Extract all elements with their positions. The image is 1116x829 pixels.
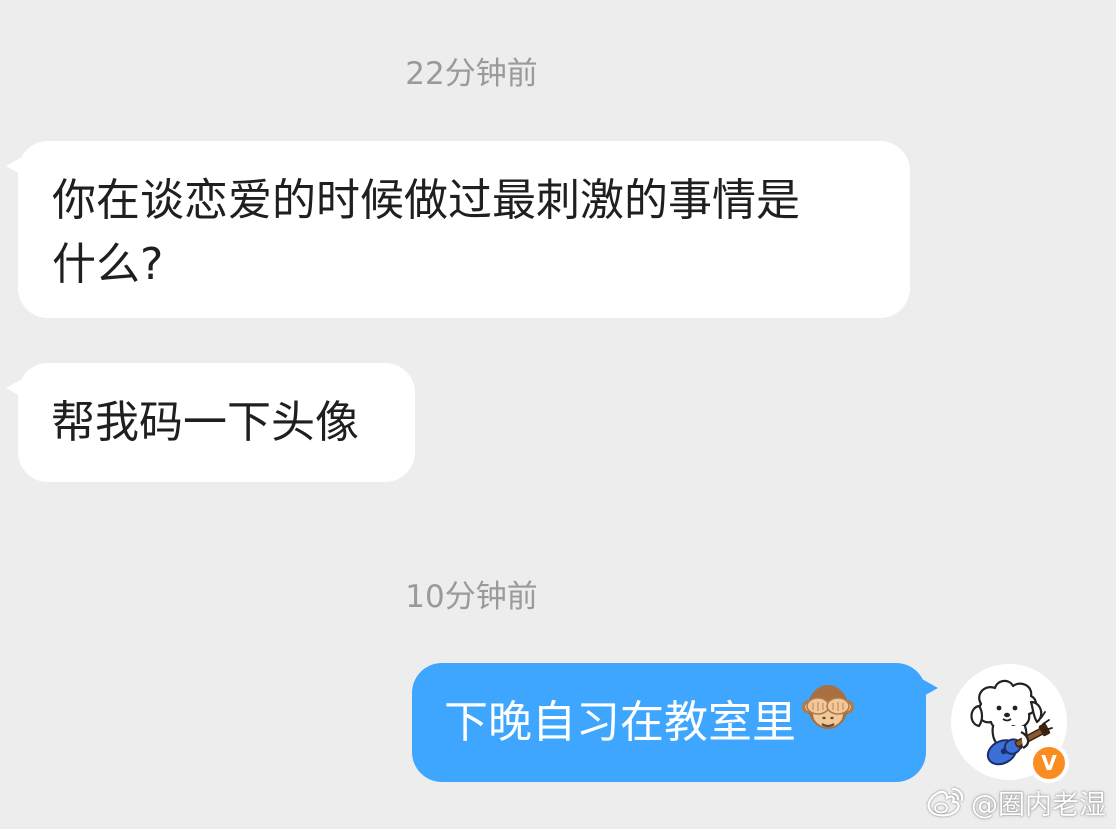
timestamp: 22分钟前 [405,56,538,92]
message-text: 帮我码一下头像 [51,397,359,448]
watermark-text: @圈内老湿 [971,789,1106,821]
message-text: 下晚自习在教室里 [444,697,796,748]
message-text-line: 什么? [52,239,164,290]
outgoing-message-bubble[interactable]: 下晚自习在教室里 [412,662,938,782]
incoming-message-bubble[interactable]: 帮我码一下头像 [6,363,415,482]
verified-badge: V [1029,743,1069,783]
see-no-evil-monkey-icon [800,662,856,781]
timestamp: 10分钟前 [405,579,538,615]
watermark: @圈内老湿 [925,783,1106,821]
message-text-line: 你在谈恋爱的时候做过最刺激的事情是 [52,175,800,226]
incoming-message-bubble[interactable]: 你在谈恋爱的时候做过最刺激的事情是 什么? [6,141,910,318]
weibo-icon [927,787,964,817]
